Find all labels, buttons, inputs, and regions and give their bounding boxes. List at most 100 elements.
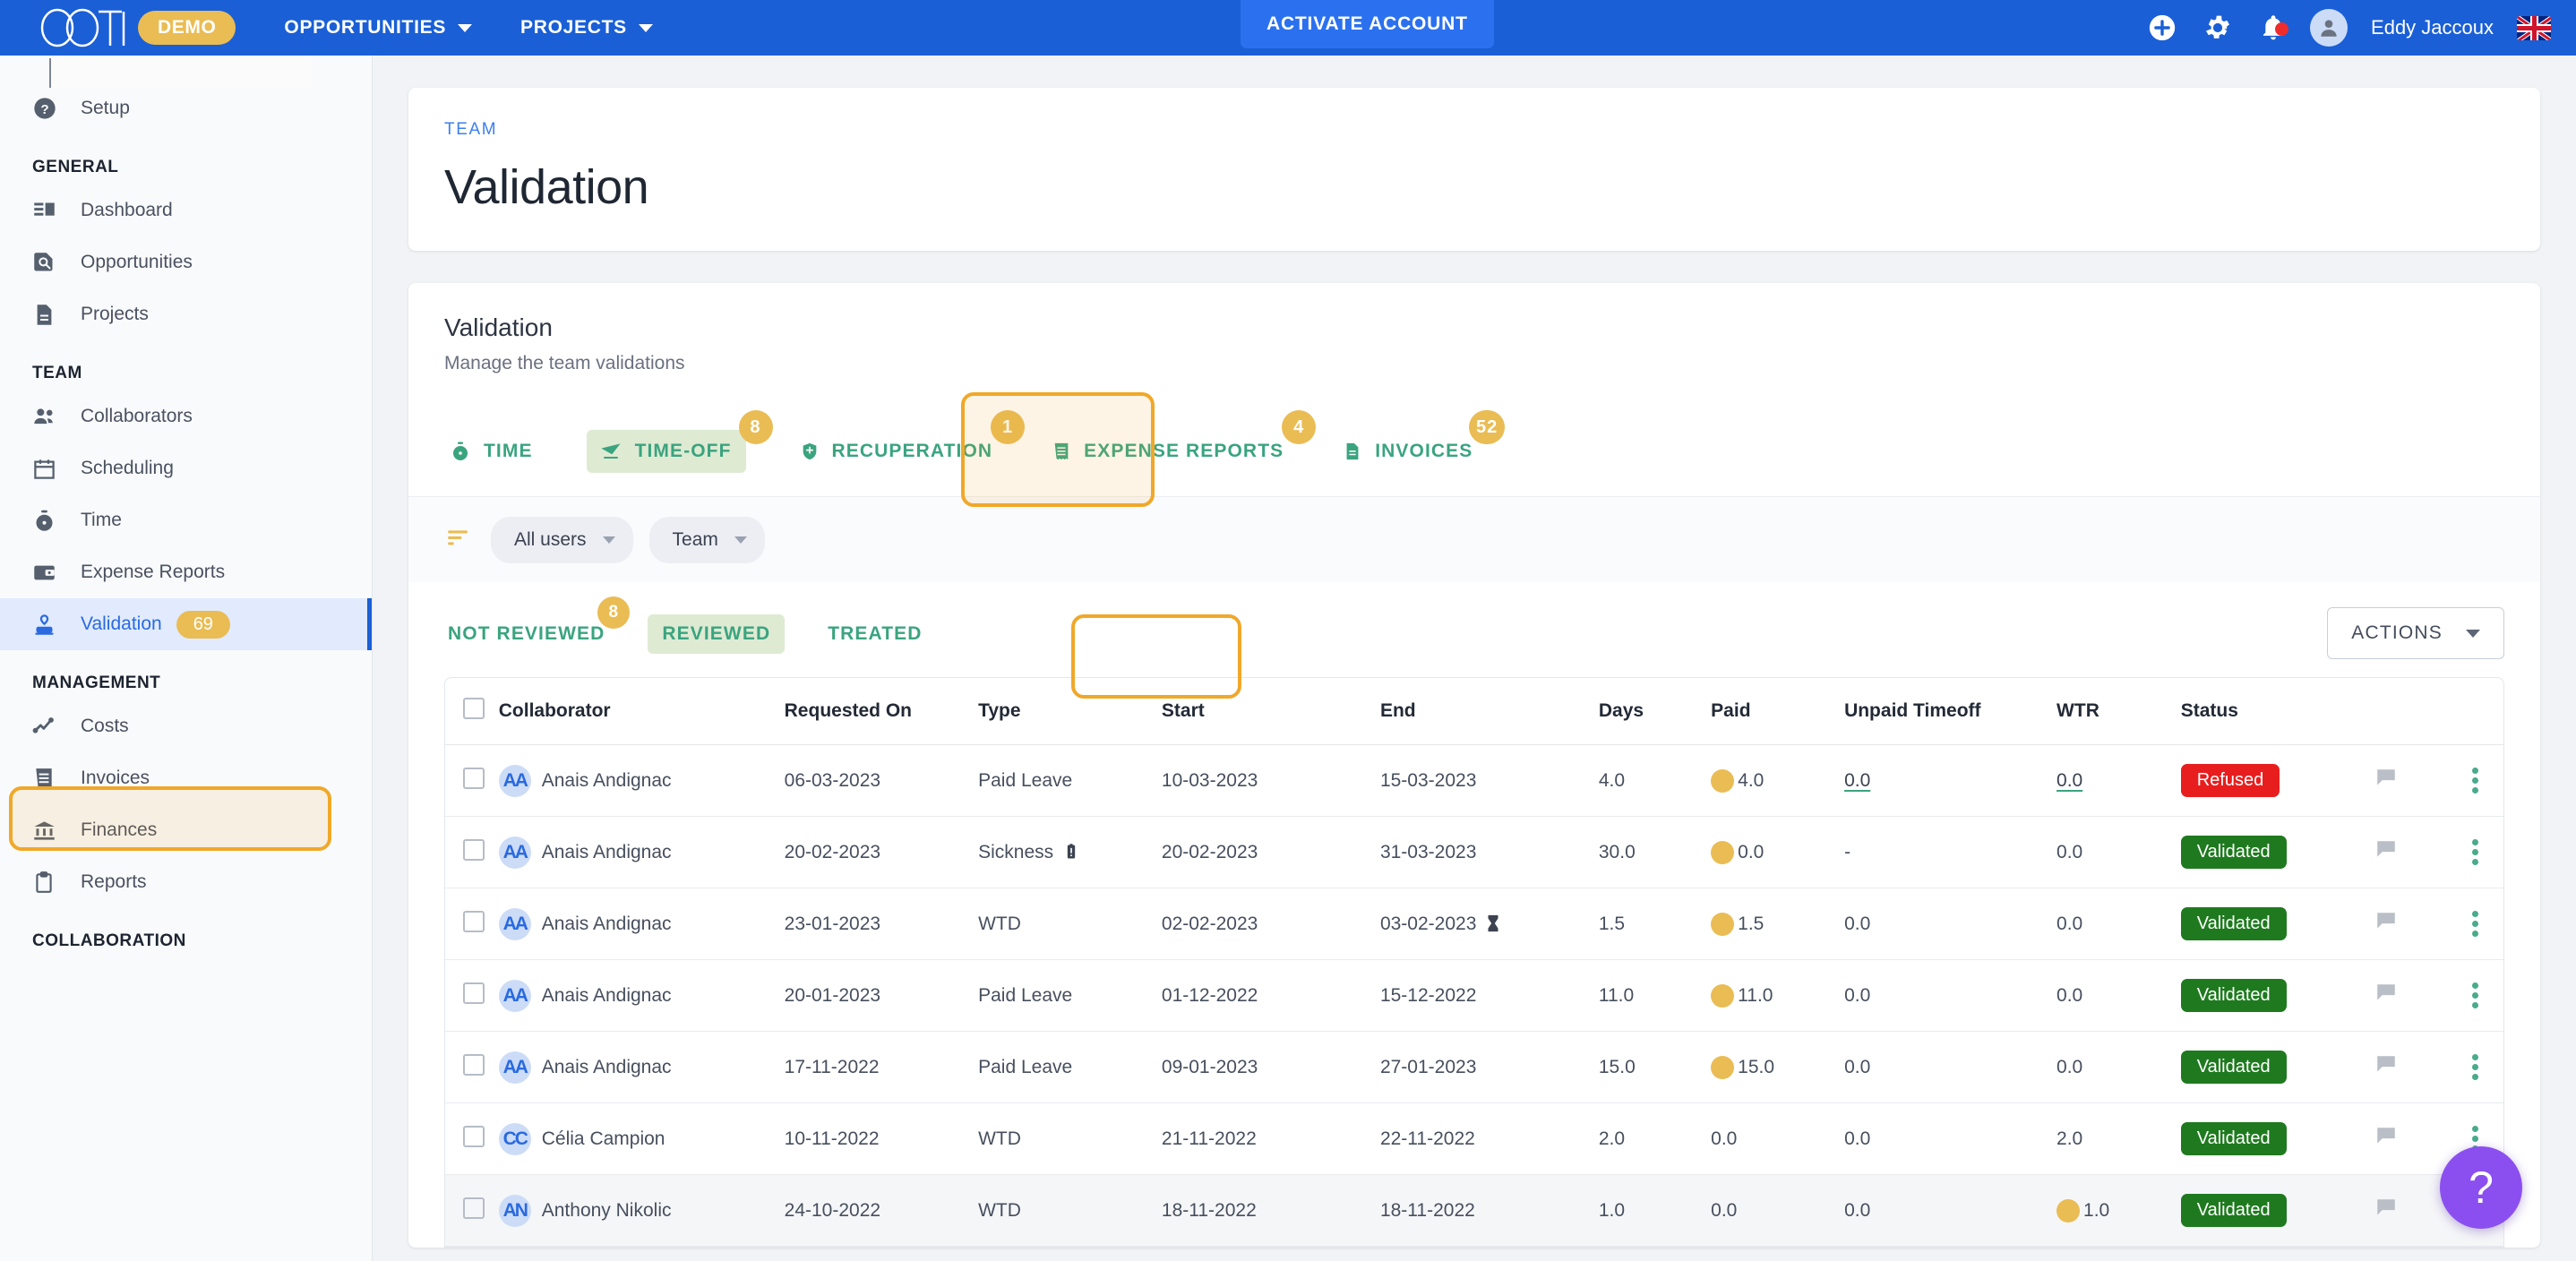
table-row[interactable]: AA Anais Andignac 06-03-2023 Paid Leave 10-0… bbox=[445, 744, 2503, 817]
row-checkbox[interactable] bbox=[463, 982, 485, 1004]
row-checkbox[interactable] bbox=[463, 838, 485, 861]
tab-recuperation[interactable]: RECUPERATION 1 bbox=[794, 410, 1026, 473]
row-checkbox[interactable] bbox=[463, 767, 485, 789]
col-header-requested-on[interactable]: Requested On bbox=[784, 678, 979, 745]
table-row[interactable]: AA Anais Andignac 20-02-2023 Sickness 20-02-… bbox=[445, 816, 2503, 888]
cell-paid: 0.0 bbox=[1711, 816, 1845, 888]
nav-opportunities[interactable]: OPPORTUNITIES bbox=[284, 17, 473, 39]
settings-button[interactable] bbox=[2190, 13, 2245, 43]
sidebar-item-reports[interactable]: Reports bbox=[0, 856, 372, 908]
sidebar-item-dashboard[interactable]: Dashboard bbox=[0, 184, 372, 236]
col-header-paid[interactable]: Paid bbox=[1711, 678, 1845, 745]
nav-projects[interactable]: PROJECTS bbox=[520, 17, 653, 39]
select-all-checkbox[interactable] bbox=[463, 698, 485, 719]
row-menu-button[interactable] bbox=[2448, 768, 2503, 793]
cell-end: 18-11-2022 bbox=[1379, 1174, 1599, 1247]
tab-expense-reports[interactable]: EXPENSE REPORTS 4 bbox=[1046, 410, 1317, 473]
sidebar-item-scheduling[interactable]: Scheduling bbox=[0, 442, 372, 494]
row-checkbox[interactable] bbox=[463, 1053, 485, 1076]
cell-requested-on: 23-01-2023 bbox=[784, 888, 979, 960]
comment-icon[interactable] bbox=[2374, 912, 2398, 938]
sidebar-item-costs[interactable]: Costs bbox=[0, 700, 372, 752]
wtr-link[interactable]: 0.0 bbox=[2057, 770, 2082, 792]
sidebar-item-opportunities[interactable]: Opportunities bbox=[0, 236, 372, 288]
row-checkbox[interactable] bbox=[463, 910, 485, 932]
col-header-unpaid-timeoff[interactable]: Unpaid Timeoff bbox=[1844, 678, 2057, 745]
subtab-reviewed[interactable]: REVIEWED bbox=[648, 614, 786, 654]
sidebar-item-projects[interactable]: Projects bbox=[0, 288, 372, 340]
wallet-icon bbox=[32, 561, 73, 585]
cell-start: 02-02-2023 bbox=[1161, 888, 1380, 960]
comment-icon[interactable] bbox=[2374, 1055, 2398, 1081]
sidebar-item-invoices[interactable]: Invoices bbox=[0, 752, 372, 804]
sidebar-item-setup[interactable]: ? Setup bbox=[0, 82, 372, 134]
col-header-type[interactable]: Type bbox=[978, 678, 1162, 745]
row-menu-button[interactable] bbox=[2448, 982, 2503, 1008]
table-row[interactable]: AA Anais Andignac 17-11-2022 Paid Leave 09-0… bbox=[445, 1031, 2503, 1103]
comment-icon[interactable] bbox=[2374, 983, 2398, 1009]
col-header-collaborator[interactable]: Collaborator bbox=[498, 678, 785, 745]
row-checkbox[interactable] bbox=[463, 1197, 485, 1219]
activate-account-button[interactable]: ACTIVATE ACCOUNT bbox=[1241, 0, 1494, 48]
table-row[interactable]: AA Anais Andignac 23-01-2023 WTD 02-02-2023 0… bbox=[445, 888, 2503, 960]
cell-requested-on: 06-03-2023 bbox=[784, 744, 979, 817]
sidebar-item-label: Time bbox=[81, 510, 122, 530]
cell-type: WTD bbox=[978, 1102, 1162, 1175]
comment-icon[interactable] bbox=[2374, 768, 2398, 794]
cell-days: 15.0 bbox=[1598, 1031, 1712, 1103]
user-avatar[interactable] bbox=[2301, 9, 2357, 47]
filter-chip-label: All users bbox=[514, 528, 587, 550]
tab-invoices[interactable]: INVOICES 52 bbox=[1337, 410, 1506, 473]
receipt-icon bbox=[32, 767, 73, 790]
sidebar-item-time[interactable]: Time bbox=[0, 494, 372, 546]
row-menu-button[interactable] bbox=[2448, 1054, 2503, 1080]
topbar-right-cluster: Eddy Jaccoux bbox=[2134, 0, 2551, 56]
comment-icon[interactable] bbox=[2374, 840, 2398, 866]
page-title: Validation bbox=[444, 160, 649, 214]
filter-icon[interactable] bbox=[444, 526, 471, 553]
col-header-days[interactable]: Days bbox=[1598, 678, 1712, 745]
col-header-end[interactable]: End bbox=[1379, 678, 1599, 745]
breadcrumb[interactable]: TEAM bbox=[444, 120, 2504, 140]
cell-start: 20-02-2023 bbox=[1161, 816, 1380, 888]
col-header-start[interactable]: Start bbox=[1161, 678, 1380, 745]
filter-all-users[interactable]: All users bbox=[491, 516, 633, 563]
table-row[interactable]: AN Anthony Nikolic 24-10-2022 WTD 18-11-2022… bbox=[445, 1174, 2503, 1247]
add-button[interactable] bbox=[2134, 13, 2190, 43]
question-icon: ? bbox=[2469, 1162, 2494, 1213]
sidebar-item-expense-reports[interactable]: Expense Reports bbox=[0, 546, 372, 598]
cell-start: 01-12-2022 bbox=[1161, 959, 1380, 1032]
cell-wtr: 0.0 bbox=[2057, 816, 2181, 888]
tab-time-off[interactable]: TIME-OFF 8 bbox=[586, 410, 773, 473]
comment-icon[interactable] bbox=[2374, 1127, 2398, 1153]
filter-bar: All users Team bbox=[408, 496, 2540, 582]
sidebar-item-finances[interactable]: Finances bbox=[0, 804, 372, 856]
col-header-status[interactable]: Status bbox=[2180, 678, 2374, 745]
sidebar-item-validation[interactable]: Validation 69 bbox=[0, 598, 372, 650]
row-menu-button[interactable] bbox=[2448, 911, 2503, 937]
col-header-wtr[interactable]: WTR bbox=[2057, 678, 2181, 745]
notifications-button[interactable] bbox=[2245, 13, 2301, 42]
cell-end: 27-01-2023 bbox=[1379, 1031, 1599, 1103]
table-row[interactable]: CC Célia Campion 10-11-2022 WTD 21-11-2022 22… bbox=[445, 1102, 2503, 1175]
cell-requested-on: 24-10-2022 bbox=[784, 1174, 979, 1247]
actions-button[interactable]: ACTIONS bbox=[2327, 607, 2504, 659]
flag-uk-icon[interactable] bbox=[2517, 15, 2551, 40]
cell-wtr: 0.0 bbox=[2057, 1031, 2181, 1103]
collaborator-name: Anais Andignac bbox=[541, 1056, 672, 1077]
filter-team[interactable]: Team bbox=[648, 516, 765, 563]
table-row[interactable]: AA Anais Andignac 20-01-2023 Paid Leave 01-1… bbox=[445, 959, 2503, 1032]
avatar: AA bbox=[498, 907, 531, 940]
sidebar-section-general: GENERAL bbox=[32, 158, 119, 176]
brand-logo[interactable]: DEMO bbox=[39, 8, 236, 47]
tab-time[interactable]: TIME bbox=[444, 430, 538, 473]
row-checkbox[interactable] bbox=[463, 1125, 485, 1147]
help-button[interactable]: ? bbox=[2440, 1146, 2522, 1229]
unpaid-link[interactable]: 0.0 bbox=[1844, 770, 1870, 791]
subtab-not-reviewed[interactable]: NOT REVIEWED 8 bbox=[444, 596, 631, 654]
row-menu-button[interactable] bbox=[2448, 839, 2503, 865]
sidebar-item-collaborators[interactable]: Collaborators bbox=[0, 390, 372, 442]
subtab-treated[interactable]: TREATED bbox=[824, 614, 925, 654]
comment-icon[interactable] bbox=[2374, 1198, 2398, 1224]
status-badge: Validated bbox=[2180, 836, 2287, 869]
